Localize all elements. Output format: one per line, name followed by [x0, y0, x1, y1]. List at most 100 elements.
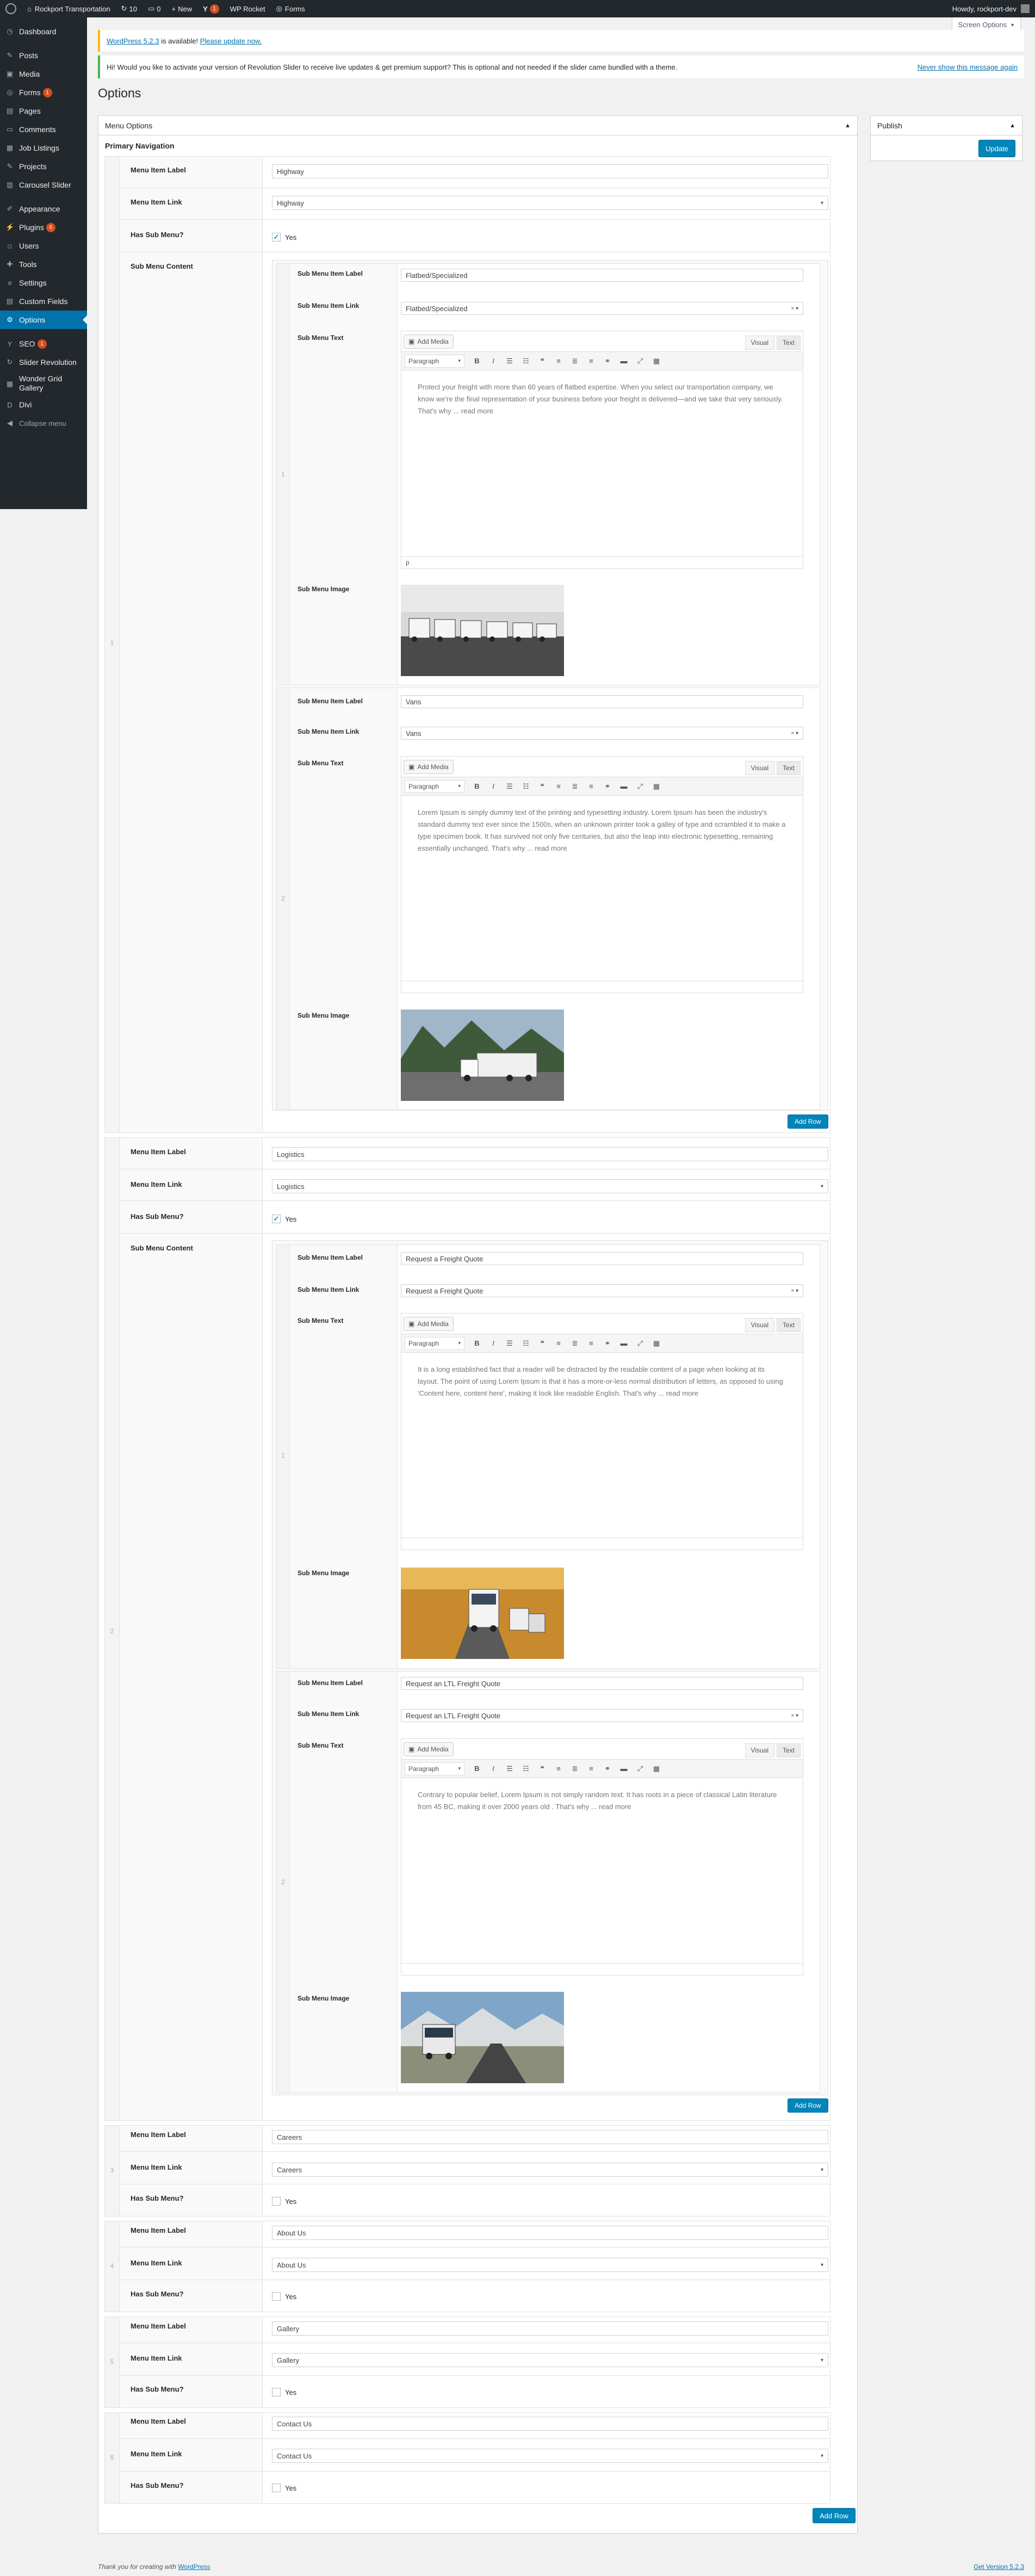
- sub-menu-item-label-input[interactable]: Request a Freight Quote: [401, 1252, 803, 1265]
- toolbar-toggle-icon[interactable]: ▦: [648, 782, 665, 791]
- sub-menu-image[interactable]: [401, 585, 564, 676]
- has-sub-menu-checkbox[interactable]: Yes: [272, 2292, 296, 2301]
- sidebar-item-appearance[interactable]: ✐ Appearance: [0, 200, 87, 218]
- sub-menu-item-label-input[interactable]: Vans: [401, 695, 803, 708]
- comments-link[interactable]: ▭ 0: [142, 0, 166, 17]
- text-tab[interactable]: Text: [776, 336, 801, 350]
- quote-icon[interactable]: ❝: [534, 1339, 550, 1348]
- menu-item-label-input[interactable]: Contact Us: [272, 2417, 828, 2431]
- update-button[interactable]: Update: [978, 140, 1015, 157]
- sidebar-item-pages[interactable]: ▤ Pages: [0, 102, 87, 120]
- sidebar-item-job-listings[interactable]: ▦ Job Listings: [0, 139, 87, 157]
- wordpress-link[interactable]: WordPress: [178, 2563, 210, 2571]
- menu-item-link-select[interactable]: Gallery ▾: [272, 2353, 828, 2367]
- editor-content[interactable]: It is a long established fact that a rea…: [401, 1353, 803, 1410]
- sidebar-item-projects[interactable]: ✎ Projects: [0, 157, 87, 176]
- numbered-list-icon[interactable]: ☷: [518, 357, 534, 366]
- sidebar-item-slider-revolution[interactable]: ↻ Slider Revolution: [0, 353, 87, 371]
- add-menu-row-button[interactable]: Add Row: [813, 2508, 856, 2523]
- menu-item-link-select[interactable]: Highway ▾: [272, 196, 828, 210]
- menu-item-link-select[interactable]: Logistics ▾: [272, 1179, 828, 1193]
- text-tab[interactable]: Text: [776, 761, 801, 775]
- align-left-icon[interactable]: ≡: [550, 1764, 567, 1773]
- row-handle[interactable]: 2: [105, 1138, 120, 2120]
- sidebar-item-tools[interactable]: ✚ Tools: [0, 255, 87, 274]
- sidebar-item-plugins[interactable]: ⚡ Plugins 6: [0, 218, 87, 237]
- sidebar-item-custom-fields[interactable]: ▤ Custom Fields: [0, 292, 87, 311]
- add-media-button[interactable]: ▣ Add Media: [404, 1317, 454, 1331]
- toolbar-toggle-icon[interactable]: ▦: [648, 1339, 665, 1348]
- bold-icon[interactable]: B: [469, 1764, 485, 1773]
- read-more-icon[interactable]: ▬: [616, 1339, 632, 1347]
- menu-item-link-select[interactable]: About Us ▾: [272, 2258, 828, 2272]
- row-handle[interactable]: 1: [277, 264, 290, 685]
- has-sub-menu-checkbox[interactable]: Yes: [272, 2388, 296, 2397]
- postbox-header[interactable]: Menu Options ▲: [98, 116, 857, 135]
- sub-menu-item-label-input[interactable]: Flatbed/Specialized: [401, 269, 803, 282]
- align-center-icon[interactable]: ≣: [567, 1339, 583, 1348]
- editor-content[interactable]: Contrary to popular belief, Lorem Ipsum …: [401, 1778, 803, 1824]
- sidebar-item-comments[interactable]: ▭ Comments: [0, 120, 87, 139]
- align-right-icon[interactable]: ≡: [583, 782, 599, 790]
- row-handle[interactable]: 2: [277, 1671, 290, 2092]
- numbered-list-icon[interactable]: ☷: [518, 1339, 534, 1348]
- sidebar-item-divi[interactable]: D Divi: [0, 395, 87, 414]
- menu-item-label-input[interactable]: Gallery: [272, 2321, 828, 2336]
- link-icon[interactable]: ⚭: [599, 782, 616, 791]
- row-handle[interactable]: 5: [105, 2317, 120, 2407]
- add-sub-row-button[interactable]: Add Row: [788, 2098, 828, 2113]
- sidebar-item-users[interactable]: ☺ Users: [0, 237, 87, 255]
- bullet-list-icon[interactable]: ☰: [501, 1339, 518, 1348]
- sidebar-item-wonder-grid-gallery[interactable]: ▦ Wonder Grid Gallery: [0, 371, 87, 395]
- collapse-menu-button[interactable]: ◀ Collapse menu: [0, 414, 87, 432]
- wordpress-logo-menu[interactable]: [0, 0, 22, 17]
- align-right-icon[interactable]: ≡: [583, 1339, 599, 1347]
- fullscreen-icon[interactable]: ⤢: [632, 1764, 648, 1773]
- bullet-list-icon[interactable]: ☰: [501, 1764, 518, 1773]
- quote-icon[interactable]: ❝: [534, 782, 550, 791]
- menu-item-label-input[interactable]: Highway: [272, 164, 828, 178]
- read-more-icon[interactable]: ▬: [616, 1764, 632, 1773]
- add-media-button[interactable]: ▣ Add Media: [404, 335, 454, 349]
- visual-tab[interactable]: Visual: [745, 1743, 774, 1757]
- visual-tab[interactable]: Visual: [745, 1318, 774, 1332]
- menu-item-label-input[interactable]: Logistics: [272, 1147, 828, 1161]
- sub-menu-image[interactable]: [401, 1992, 564, 2083]
- sidebar-item-options[interactable]: ⚙ Options: [0, 311, 87, 329]
- align-left-icon[interactable]: ≡: [550, 782, 567, 790]
- publish-header[interactable]: Publish ▲: [871, 116, 1022, 135]
- sidebar-item-dashboard[interactable]: ◷ Dashboard: [0, 22, 87, 41]
- add-sub-row-button[interactable]: Add Row: [788, 1114, 828, 1129]
- menu-item-link-select[interactable]: Contact Us ▾: [272, 2449, 828, 2463]
- row-handle[interactable]: 4: [105, 2221, 120, 2312]
- has-sub-menu-checkbox[interactable]: ✓ Yes: [272, 233, 296, 242]
- bold-icon[interactable]: B: [469, 1339, 485, 1347]
- text-tab[interactable]: Text: [776, 1743, 801, 1757]
- row-handle[interactable]: 3: [105, 2126, 120, 2216]
- menu-item-link-select[interactable]: Careers ▾: [272, 2163, 828, 2177]
- italic-icon[interactable]: I: [485, 1764, 501, 1773]
- read-more-icon[interactable]: ▬: [616, 782, 632, 790]
- sub-menu-item-label-input[interactable]: Request an LTL Freight Quote: [401, 1677, 803, 1690]
- sub-menu-item-link-select[interactable]: Vans × ▾: [401, 727, 803, 740]
- italic-icon[interactable]: I: [485, 1339, 501, 1347]
- align-left-icon[interactable]: ≡: [550, 357, 567, 365]
- has-sub-menu-checkbox[interactable]: Yes: [272, 2484, 296, 2492]
- visual-tab[interactable]: Visual: [745, 761, 774, 775]
- bullet-list-icon[interactable]: ☰: [501, 357, 518, 366]
- read-more-icon[interactable]: ▬: [616, 357, 632, 365]
- get-version-link[interactable]: Get Version 5.2.3: [974, 2563, 1024, 2571]
- visual-tab[interactable]: Visual: [745, 336, 774, 350]
- row-handle[interactable]: 1: [105, 157, 120, 1132]
- toolbar-toggle-icon[interactable]: ▦: [648, 357, 665, 366]
- sub-menu-image[interactable]: [401, 1568, 564, 1659]
- link-icon[interactable]: ⚭: [599, 1764, 616, 1773]
- sidebar-item-posts[interactable]: ✎ Posts: [0, 46, 87, 65]
- add-media-button[interactable]: ▣ Add Media: [404, 760, 454, 774]
- menu-item-label-input[interactable]: Careers: [272, 2130, 828, 2144]
- wp-rocket-link[interactable]: WP Rocket: [225, 0, 271, 17]
- align-right-icon[interactable]: ≡: [583, 357, 599, 365]
- row-handle[interactable]: 6: [105, 2413, 120, 2503]
- numbered-list-icon[interactable]: ☷: [518, 782, 534, 791]
- sidebar-item-forms[interactable]: ◎ Forms 1: [0, 83, 87, 102]
